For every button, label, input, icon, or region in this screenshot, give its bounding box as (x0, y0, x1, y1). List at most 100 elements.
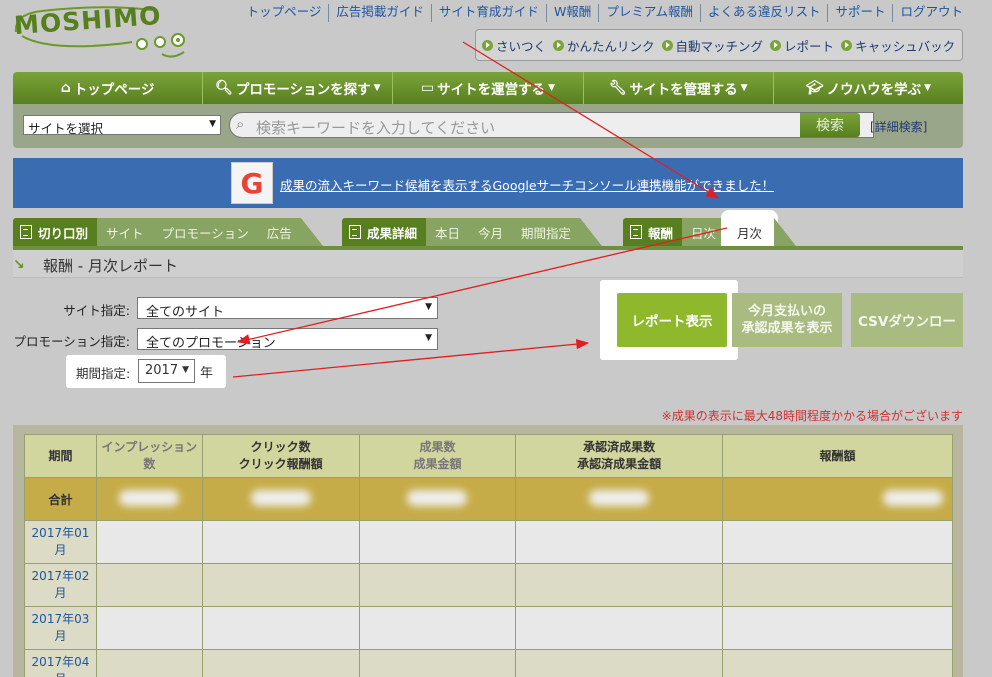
tab-today[interactable]: 本日 (426, 218, 470, 246)
blurred-cell (515, 477, 724, 521)
tab-group-head-result: 成果詳細 (342, 218, 427, 246)
table-header-row: 期間 インプレッション数 クリック数 クリック報酬額 成果数 成果金額 承認済成果数… (24, 434, 953, 478)
blurred-cell (95, 606, 203, 650)
blurred-cell (95, 477, 203, 521)
table-row: 2017年04月 (24, 649, 953, 677)
nav-manage-site[interactable]: 🔧︎ サイトを管理する ▼ (582, 72, 773, 104)
blurred-cell (358, 520, 517, 564)
tab-daily[interactable]: 日次 (682, 218, 726, 246)
tab-period[interactable]: 期間指定 (512, 218, 581, 246)
play-circle-icon (770, 39, 782, 51)
year-unit: 年 (200, 366, 214, 381)
toplink-premium[interactable]: プレミアム報酬 (598, 4, 700, 22)
search-placeholder: 検索キーワードを入力してください (256, 119, 496, 137)
banner-link[interactable]: 成果の流入キーワード候補を表示するGoogleサーチコンソール連携機能ができまし… (280, 175, 774, 194)
quick-links-bar: さいつく かんたんリンク 自動マッチング レポート キャッシュバック (475, 29, 963, 61)
advanced-search-link[interactable]: [詳細検索] (870, 118, 927, 135)
moshimo-logo[interactable]: MOSHIMO (12, 1, 202, 66)
arrow-icon: ↘ (13, 257, 25, 273)
quick-link-saitsuku[interactable]: さいつく (482, 36, 546, 55)
nav-find-promotion[interactable]: 🔍︎ プロモーションを探す ▼ (202, 72, 392, 104)
promotion-filter-select[interactable]: 全てのプロモーション ▼ (137, 328, 438, 351)
search-input[interactable]: ⌕ 検索キーワードを入力してください (229, 112, 874, 138)
quick-link-cashback[interactable]: キャッシュバック (841, 36, 955, 55)
blurred-cell (358, 649, 517, 677)
top-links: トップページ 広告掲載ガイド サイト育成ガイド W報酬 プレミアム報酬 よくある… (230, 4, 970, 22)
toplink-support[interactable]: サポート (827, 4, 892, 22)
csv-download-button[interactable]: CSVダウンロー (851, 293, 963, 347)
blurred-cell (201, 477, 360, 521)
tab-ad[interactable]: 広告 (257, 218, 301, 246)
blurred-cell (358, 477, 517, 521)
dropdown-arrow-icon: ▼ (425, 302, 432, 312)
nav-learn-knowhow[interactable]: 🎓︎ ノウハウを学ぶ ▼ (772, 72, 963, 104)
blurred-cell (95, 649, 203, 677)
wrench-icon: 🔧︎ (608, 80, 627, 96)
tab-monthly[interactable]: 月次 (725, 214, 775, 250)
chevron-down-icon: ▼ (373, 83, 381, 93)
chevron-down-icon: ▼ (924, 83, 932, 93)
blurred-cell (515, 606, 724, 650)
blurred-cell (722, 649, 953, 677)
toplink-top[interactable]: トップページ (240, 4, 329, 22)
show-approved-button[interactable]: 今月支払いの 承認成果を表示 (732, 293, 842, 347)
toplink-ad-guide[interactable]: 広告掲載ガイド (328, 4, 431, 22)
period-label: 期間指定: (76, 366, 131, 381)
toplink-violations[interactable]: よくある違反リスト (699, 4, 828, 22)
search-icon: 🔍︎ (215, 80, 233, 96)
dropdown-arrow-icon: ▼ (209, 119, 216, 129)
page: MOSHIMO トップページ 広告掲載ガイド サイト育成ガイド W報酬 プレミア… (0, 0, 992, 677)
quick-link-easy-link[interactable]: かんたんリンク (553, 36, 655, 55)
toplink-logout[interactable]: ログアウト (892, 4, 970, 22)
tab-tail (580, 218, 603, 246)
period-link[interactable]: 2017年02 月 (24, 563, 97, 607)
period-link[interactable]: 2017年04月 (24, 649, 97, 677)
home-icon: ⌂ (60, 80, 71, 96)
table-row: 2017年02 月 (24, 563, 953, 607)
tabs-reward: 報酬 日次 月次 (623, 214, 797, 250)
site-filter-select[interactable]: 全てのサイト ▼ (137, 297, 438, 320)
tab-tail (300, 218, 323, 246)
period-filter: 期間指定: 2017 ▼ 年 (66, 355, 226, 388)
google-icon: G (231, 162, 273, 204)
period-link[interactable]: 2017年01 月 (24, 520, 97, 564)
blurred-cell (515, 649, 724, 677)
toplink-w-reward[interactable]: W報酬 (545, 4, 598, 22)
blurred-cell (201, 606, 360, 650)
tab-promotion[interactable]: プロモーション (152, 218, 258, 246)
document-icon (20, 225, 32, 239)
col-period: 期間 (24, 434, 97, 478)
blurred-cell (201, 520, 360, 564)
graduation-cap-icon: 🎓︎ (805, 80, 824, 96)
tabs-result-detail: 成果詳細 本日 今月 期間指定 (342, 218, 603, 246)
nav-run-site[interactable]: ▭ サイトを運営する ▼ (392, 72, 582, 104)
blurred-cell (722, 563, 953, 607)
blurred-cell (358, 563, 517, 607)
total-row: 合計 (24, 477, 953, 521)
report-button-highlight: レポート表示 (600, 280, 738, 360)
year-select[interactable]: 2017 ▼ (138, 359, 195, 383)
col-approved: 承認済成果数 承認済成果金額 (515, 434, 724, 478)
dropdown-arrow-icon: ▼ (182, 365, 189, 375)
show-report-button[interactable]: レポート表示 (617, 293, 727, 347)
document-icon (630, 225, 642, 239)
toplink-site-guide[interactable]: サイト育成ガイド (430, 4, 546, 22)
nav-top-page[interactable]: ⌂ トップページ (13, 72, 202, 104)
processing-notice: ※成果の表示に最大48時間程度かかる場合がございます (661, 409, 963, 423)
site-label: サイト指定: (63, 303, 130, 318)
chevron-down-icon: ▼ (740, 83, 748, 93)
announcement-banner: G 成果の流入キーワード候補を表示するGoogleサーチコンソール連携機能ができ… (13, 158, 963, 208)
quick-link-report[interactable]: レポート (770, 36, 834, 55)
report-table: 期間 インプレッション数 クリック数 クリック報酬額 成果数 成果金額 承認済成果数… (24, 434, 953, 677)
play-circle-icon (661, 39, 673, 51)
section-header: ↘ 報酬 - 月次レポート (13, 250, 963, 278)
site-select[interactable]: サイトを選択 ▼ (23, 115, 221, 136)
table-row: 2017年03 月 (24, 606, 953, 650)
period-link[interactable]: 2017年03 月 (24, 606, 97, 650)
tab-group-head-dimension: 切り口別 (13, 218, 98, 246)
blurred-cell (95, 520, 203, 564)
quick-link-auto-matching[interactable]: 自動マッチング (661, 36, 763, 55)
search-button[interactable]: 検索 (800, 113, 860, 137)
tab-this-month[interactable]: 今月 (469, 218, 513, 246)
tab-site[interactable]: サイト (97, 218, 153, 246)
